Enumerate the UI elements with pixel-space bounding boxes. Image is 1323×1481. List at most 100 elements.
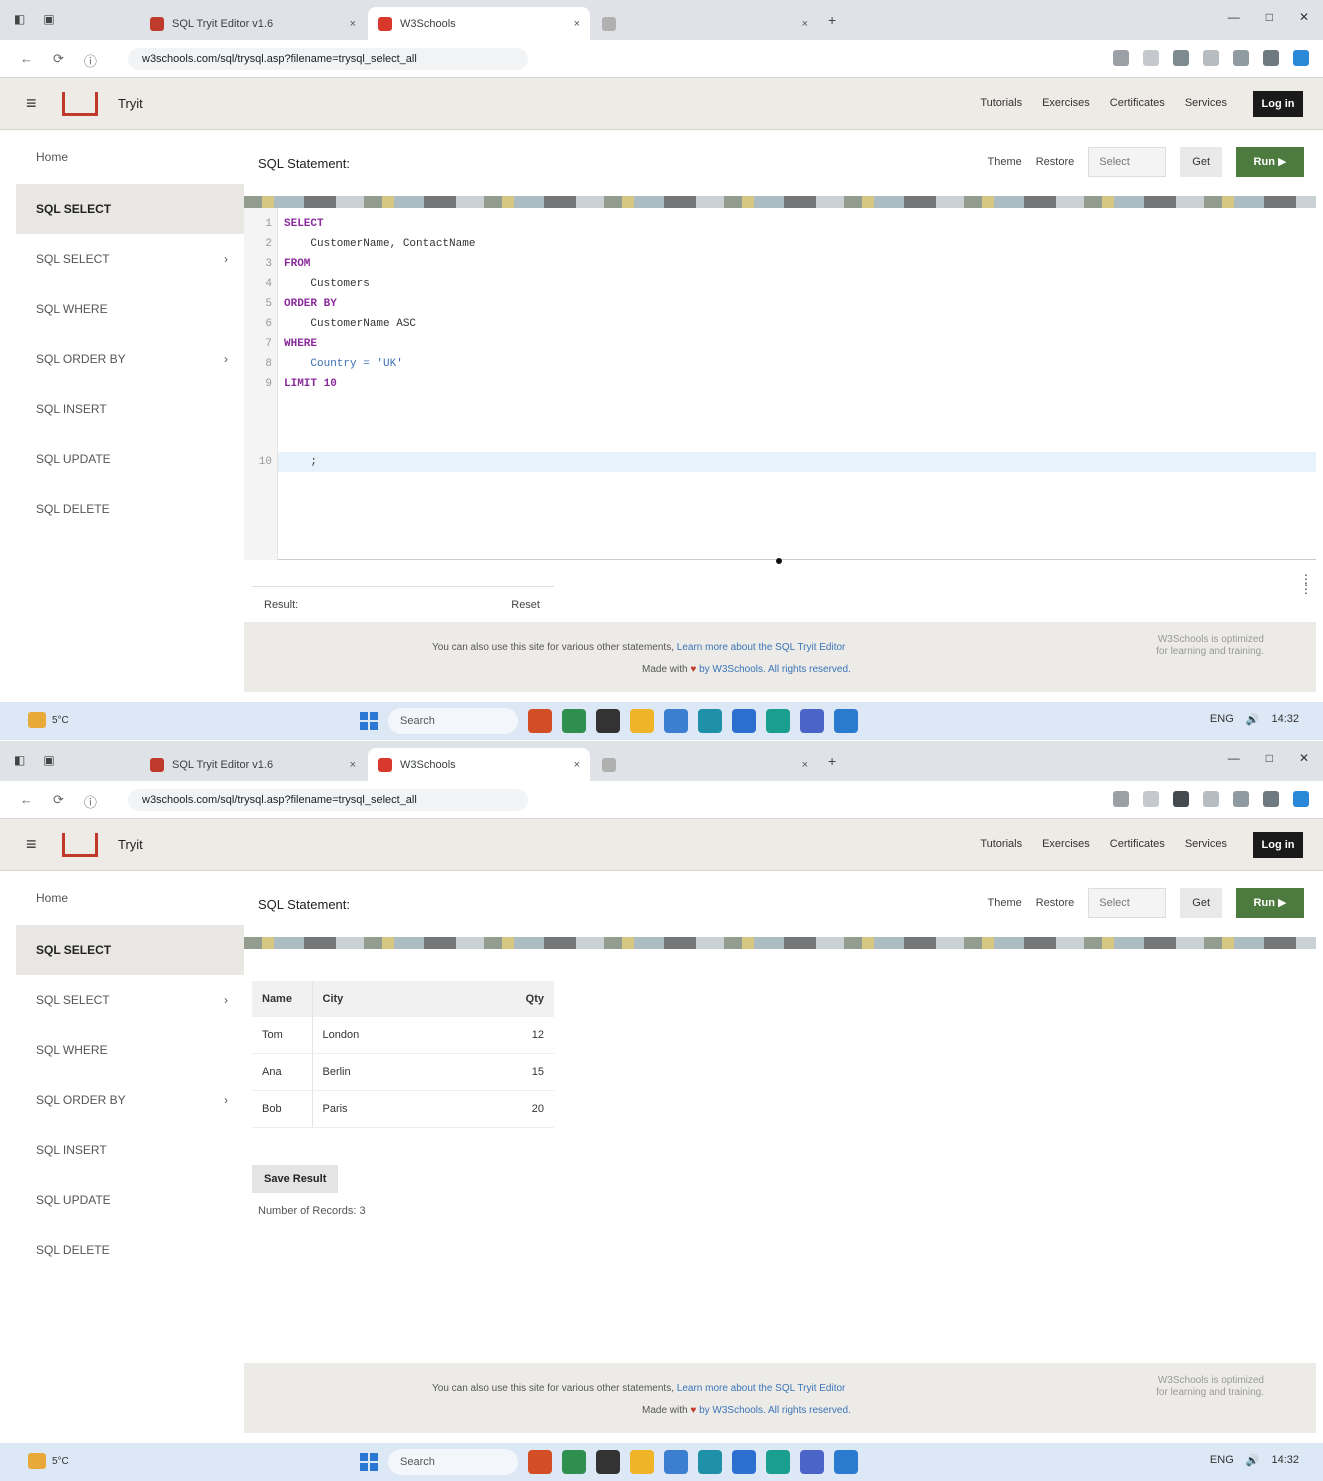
sidebar-item[interactable]: SQL WHERE — [36, 302, 236, 316]
maximize-button[interactable]: □ — [1266, 10, 1273, 24]
tab-1[interactable]: SQL Tryit Editor v1.6 × — [140, 7, 366, 40]
tab-close-icon[interactable]: × — [350, 759, 356, 771]
header-link[interactable]: Exercises — [1042, 97, 1090, 109]
restore-button[interactable]: Restore — [1036, 897, 1075, 909]
sidebar-home[interactable]: Home — [36, 150, 68, 164]
url-input[interactable]: w3schools.com/sql/trysql.asp?filename=tr… — [128, 48, 528, 70]
taskbar-app-icon[interactable] — [834, 709, 858, 733]
taskbar-app-icon[interactable] — [596, 1450, 620, 1474]
taskbar-app-icon[interactable] — [834, 1450, 858, 1474]
more-options-icon[interactable]: ⋮ ⋮ — [1300, 573, 1312, 595]
theme-button[interactable]: Theme — [987, 156, 1021, 168]
extension-icon[interactable] — [1143, 791, 1159, 807]
footer-link[interactable]: by W3Schools. All rights reserved. — [699, 1405, 851, 1416]
profile-avatar-icon[interactable] — [1293, 50, 1309, 66]
sidebar-item[interactable]: SQL DELETE — [36, 1243, 236, 1257]
code-line[interactable]: WHERE — [284, 338, 317, 350]
tab-close-icon[interactable]: × — [802, 759, 808, 771]
login-button[interactable]: Log in — [1253, 832, 1303, 858]
extension-icon[interactable] — [1113, 791, 1129, 807]
sidebar-item[interactable]: SQL UPDATE — [36, 452, 236, 466]
minimize-button[interactable]: — — [1228, 10, 1240, 24]
new-tab-button[interactable]: + — [828, 12, 836, 28]
tab-list-icon[interactable]: ▣ — [43, 12, 54, 26]
language-indicator[interactable]: ENG — [1210, 1454, 1234, 1467]
extension-icon[interactable] — [1143, 50, 1159, 66]
sidebar-section-title[interactable]: SQL SELECT — [16, 925, 244, 975]
url-input[interactable]: w3schools.com/sql/trysql.asp?filename=tr… — [128, 789, 528, 811]
header-link[interactable]: Tutorials — [980, 838, 1022, 850]
tab-close-icon[interactable]: × — [574, 18, 580, 30]
taskbar-search[interactable]: Search — [388, 708, 518, 734]
header-link[interactable]: Certificates — [1110, 838, 1165, 850]
sidebar-section-title[interactable]: SQL SELECT — [16, 184, 244, 234]
reload-button[interactable]: ⟳ — [53, 51, 64, 70]
back-button[interactable]: ← — [20, 51, 33, 70]
column-header[interactable]: City — [312, 981, 504, 1017]
database-select[interactable]: Select — [1088, 147, 1167, 177]
taskbar-app-icon[interactable] — [698, 1450, 722, 1474]
extension-icon[interactable] — [1233, 50, 1249, 66]
site-info-icon[interactable]: ⓘ — [84, 792, 97, 811]
taskbar-app-icon[interactable] — [664, 709, 688, 733]
sidebar-home[interactable]: Home — [36, 891, 68, 905]
menu-icon[interactable]: ≡ — [26, 93, 37, 114]
tab-1[interactable]: SQL Tryit Editor v1.6 × — [140, 748, 366, 781]
column-header[interactable]: Qty — [504, 981, 554, 1017]
new-tab-button[interactable]: + — [828, 753, 836, 769]
bookmark-icon[interactable] — [1263, 791, 1279, 807]
database-select[interactable]: Select — [1088, 888, 1167, 918]
weather-widget[interactable]: 5°C — [28, 712, 69, 728]
taskbar-app-icon[interactable] — [562, 1450, 586, 1474]
extension-icon[interactable] — [1173, 791, 1189, 807]
code-line[interactable]: ORDER BY — [284, 298, 337, 310]
taskbar-app-icon[interactable] — [800, 709, 824, 733]
taskbar-search[interactable]: Search — [388, 1449, 518, 1475]
taskbar-app-icon[interactable] — [596, 709, 620, 733]
extension-icon[interactable] — [1203, 791, 1219, 807]
taskbar-app-icon[interactable] — [698, 709, 722, 733]
profile-icon[interactable]: ◧ — [14, 12, 25, 26]
column-header[interactable]: Name — [252, 981, 313, 1017]
taskbar-app-icon[interactable] — [766, 1450, 790, 1474]
extension-icon[interactable] — [1113, 50, 1129, 66]
minimize-button[interactable]: — — [1228, 751, 1240, 765]
start-icon[interactable] — [360, 712, 378, 730]
clock[interactable]: 14:32 — [1271, 1454, 1299, 1467]
extension-icon[interactable] — [1233, 791, 1249, 807]
sidebar-item[interactable]: SQL INSERT — [36, 1143, 236, 1157]
code-line[interactable]: Customers — [284, 278, 369, 290]
code-line[interactable]: FROM — [284, 258, 310, 270]
profile-avatar-icon[interactable] — [1293, 791, 1309, 807]
extension-icon[interactable] — [1173, 50, 1189, 66]
sidebar-item[interactable]: SQL INSERT — [36, 402, 236, 416]
logo-icon[interactable] — [62, 92, 98, 116]
taskbar-app-icon[interactable] — [766, 709, 790, 733]
sidebar-item[interactable]: SQL ORDER BY › — [36, 352, 236, 366]
volume-icon[interactable]: 🔊 — [1246, 1454, 1260, 1467]
code-line[interactable]: SELECT — [284, 218, 324, 230]
sidebar-item[interactable]: SQL ORDER BY › — [36, 1093, 236, 1107]
header-link[interactable]: Services — [1185, 838, 1227, 850]
code-line[interactable]: CustomerName, ContactName — [284, 238, 475, 250]
tab-close-icon[interactable]: × — [802, 18, 808, 30]
header-link[interactable]: Tutorials — [980, 97, 1022, 109]
tab-list-icon[interactable]: ▣ — [43, 753, 54, 767]
taskbar-app-icon[interactable] — [528, 1450, 552, 1474]
restore-button[interactable]: Restore — [1036, 156, 1075, 168]
back-button[interactable]: ← — [20, 792, 33, 811]
close-window-button[interactable]: ✕ — [1299, 751, 1309, 765]
taskbar-app-icon[interactable] — [732, 709, 756, 733]
footer-link[interactable]: by W3Schools. All rights reserved. — [699, 664, 851, 675]
taskbar-app-icon[interactable] — [732, 1450, 756, 1474]
code-editor[interactable]: 1 SELECT 2 CustomerName, ContactName 3 F… — [244, 208, 1316, 560]
clock[interactable]: 14:32 — [1271, 713, 1299, 726]
tab-close-icon[interactable]: × — [574, 759, 580, 771]
resize-handle[interactable] — [776, 558, 782, 564]
reload-button[interactable]: ⟳ — [53, 792, 64, 811]
save-result-button[interactable]: Save Result — [252, 1165, 339, 1193]
extension-icon[interactable] — [1203, 50, 1219, 66]
footer-link[interactable]: Learn more about the SQL Tryit Editor — [677, 1383, 846, 1394]
code-line[interactable]: Country = 'UK' — [284, 358, 402, 370]
sidebar-item[interactable]: SQL DELETE — [36, 502, 236, 516]
